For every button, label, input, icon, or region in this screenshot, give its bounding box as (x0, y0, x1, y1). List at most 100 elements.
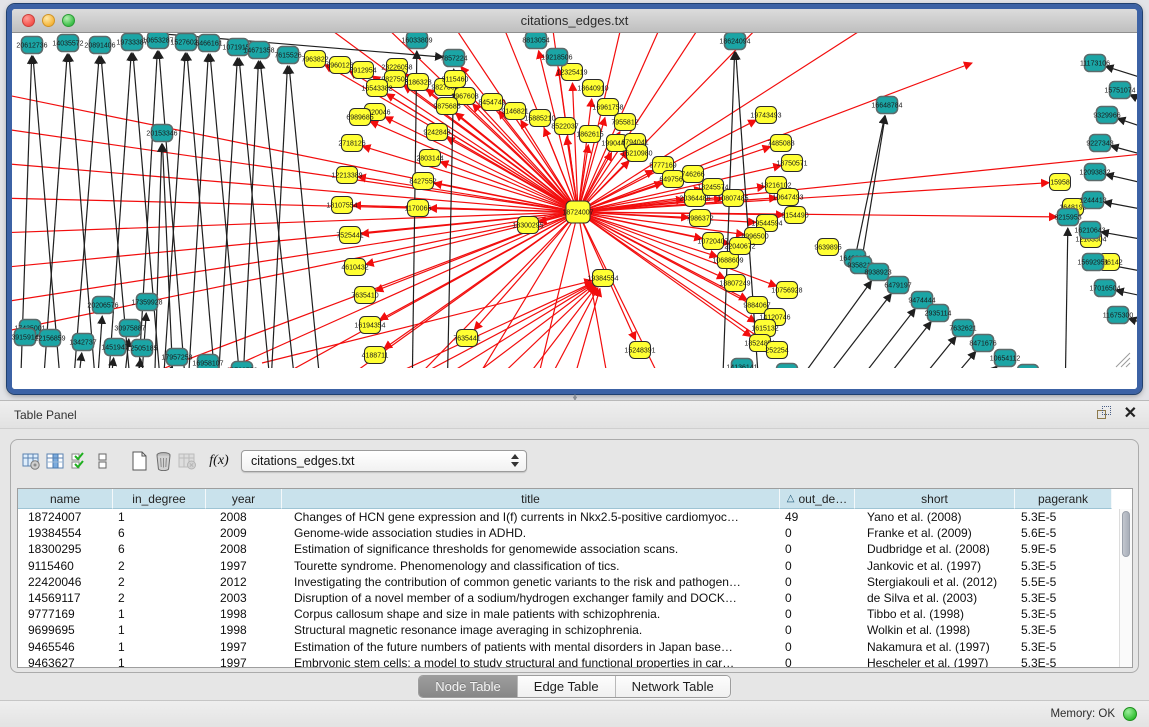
table-cell[interactable]: 9463627 (18, 655, 113, 668)
table-settings-icon[interactable] (19, 449, 43, 473)
row-height-icon[interactable] (91, 449, 115, 473)
graph-node[interactable]: 9639895 (814, 239, 841, 256)
close-panel-icon[interactable]: ✕ (1124, 406, 1137, 421)
graph-node[interactable]: 17957253 (161, 349, 192, 366)
select-columns-icon[interactable] (43, 449, 67, 473)
graph-node[interactable]: 16961758 (592, 99, 623, 116)
graph-node[interactable]: 14035572 (52, 35, 83, 52)
graph-node[interactable]: 11173106 (1080, 55, 1110, 72)
table-cell[interactable]: 18724007 (18, 509, 113, 525)
graph-node[interactable]: 2935114 (925, 305, 952, 322)
table-cell[interactable]: Genome-wide association studies in ADHD. (282, 525, 780, 541)
graph-node[interactable]: 1170066 (405, 200, 432, 217)
table-cell[interactable]: 1997 (206, 639, 282, 655)
table-cell[interactable]: 18300295 (18, 541, 113, 557)
graph-node[interactable]: 18640910 (577, 80, 608, 97)
graph-node[interactable]: 9115460 (442, 71, 469, 88)
table-cell[interactable]: 0 (780, 655, 855, 668)
graph-node[interactable]: 10654112 (990, 350, 1021, 367)
graph-node[interactable]: 2718126 (338, 135, 365, 152)
graph-node[interactable]: 9154490 (781, 207, 808, 224)
table-cell[interactable]: Wolkin et al. (1998) (855, 622, 1015, 638)
graph-node[interactable]: 6989685 (346, 109, 373, 126)
graph-node[interactable]: 8471676 (969, 335, 996, 352)
table-cell[interactable]: Estimation of significance thresholds fo… (282, 541, 780, 557)
table-cell[interactable]: Stergiakouli et al. (2012) (855, 574, 1015, 590)
column-header-short[interactable]: short (855, 489, 1015, 509)
table-cell[interactable]: Embryonic stem cells: a model to study s… (282, 655, 780, 668)
table-row[interactable]: 946362711997Embryonic stem cells: a mode… (18, 655, 1132, 668)
table-cell[interactable]: Hescheler et al. (1997) (855, 655, 1015, 668)
table-cell[interactable]: 5.6E-5 (1015, 525, 1112, 541)
table-cell[interactable]: Nakamura et al. (1997) (855, 639, 1015, 655)
table-cell[interactable]: 2 (113, 574, 206, 590)
graph-node[interactable]: 12213389 (331, 167, 362, 184)
table-cell[interactable]: 2012 (206, 574, 282, 590)
graph-node[interactable]: 1244413 (1079, 192, 1106, 209)
graph-node[interactable]: 7635410 (351, 287, 378, 304)
table-cell[interactable]: 5.3E-5 (1015, 655, 1112, 668)
zoom-window-icon[interactable] (62, 14, 75, 27)
table-cell[interactable]: 9777169 (18, 606, 113, 622)
graph-node[interactable]: 18807249 (719, 275, 750, 292)
graph-node[interactable]: 11675300 (1103, 307, 1134, 324)
table-cell[interactable]: 0 (780, 541, 855, 557)
table-cell[interactable]: 0 (780, 525, 855, 541)
graph-node[interactable]: 9245652 (1014, 365, 1041, 369)
table-cell[interactable]: 2003 (206, 590, 282, 606)
table-cell[interactable]: 5.9E-5 (1015, 541, 1112, 557)
table-cell[interactable]: Changes of HCN gene expression and I(f) … (282, 509, 780, 525)
graph-node[interactable]: 15958 (1050, 174, 1071, 191)
graph-node[interactable]: 15248391 (624, 342, 655, 359)
graph-node[interactable]: 12505185 (126, 340, 157, 357)
graph-node[interactable]: 7963822 (301, 51, 328, 68)
table-cell[interactable]: 5.5E-5 (1015, 574, 1112, 590)
tab-edge-table[interactable]: Edge Table (518, 676, 616, 697)
graph-node[interactable]: 14136141 (726, 359, 757, 369)
graph-node[interactable]: 6479197 (884, 277, 911, 294)
graph-node[interactable]: 19218506 (541, 49, 572, 66)
graph-node[interactable]: 2803144 (416, 150, 443, 167)
graph-node[interactable]: 16782753 (226, 362, 257, 369)
table-row[interactable]: 2242004622012Investigating the contribut… (18, 574, 1132, 590)
table-cell[interactable]: 6 (113, 525, 206, 541)
table-cell[interactable]: 5.3E-5 (1015, 509, 1112, 525)
graph-node[interactable]: 7615526 (274, 47, 301, 64)
table-cell[interactable]: 6 (113, 541, 206, 557)
graph-node[interactable]: 18107554 (326, 197, 357, 214)
graph-node[interactable]: 18624094 (719, 33, 750, 50)
table-cell[interactable]: Disruption of a novel member of a sodium… (282, 590, 780, 606)
graph-node[interactable]: 7986372 (686, 210, 713, 227)
table-cell[interactable]: 1 (113, 509, 206, 525)
table-row[interactable]: 1872400712008Changes of HCN gene express… (18, 509, 1132, 525)
graph-node[interactable]: 8912954 (349, 62, 376, 79)
graph-node[interactable]: 17016504 (1089, 280, 1120, 297)
show-hide-columns-icon[interactable] (67, 449, 91, 473)
table-cell[interactable]: 19384554 (18, 525, 113, 541)
table-row[interactable]: 1938455462009Genome-wide association stu… (18, 525, 1132, 541)
table-cell[interactable]: 14569117 (18, 590, 113, 606)
table-cell[interactable]: Franke et al. (2009) (855, 525, 1015, 541)
column-header-title[interactable]: title (282, 489, 780, 509)
table-cell[interactable]: 1997 (206, 655, 282, 668)
graph-node[interactable]: 9227343 (1086, 135, 1113, 152)
table-cell[interactable]: 2008 (206, 509, 282, 525)
table-cell[interactable]: 0 (780, 558, 855, 574)
graph-node[interactable]: 8813054 (522, 33, 549, 49)
graph-node[interactable]: 15751074 (1104, 82, 1135, 99)
table-cell[interactable]: 2 (113, 590, 206, 606)
column-header-in_degree[interactable]: in_degree (113, 489, 206, 509)
table-cell[interactable]: 9699695 (18, 622, 113, 638)
graph-node[interactable]: 12093832 (1079, 164, 1110, 181)
function-builder-icon[interactable]: f(x) (207, 449, 231, 473)
tab-node-table[interactable]: Node Table (419, 676, 518, 697)
graph-node[interactable]: 9329966 (1093, 107, 1120, 124)
tab-network-table[interactable]: Network Table (616, 676, 730, 697)
table-cell[interactable]: 1 (113, 639, 206, 655)
graph-node[interactable]: 9242848 (423, 124, 450, 141)
graph-node[interactable]: 7635441 (453, 330, 480, 347)
table-cell[interactable]: 5.3E-5 (1015, 639, 1112, 655)
graph-node[interactable]: 10756928 (771, 282, 802, 299)
table-row[interactable]: 946554611997Estimation of the future num… (18, 639, 1132, 655)
graph-node[interactable]: 8215953 (1054, 209, 1081, 226)
